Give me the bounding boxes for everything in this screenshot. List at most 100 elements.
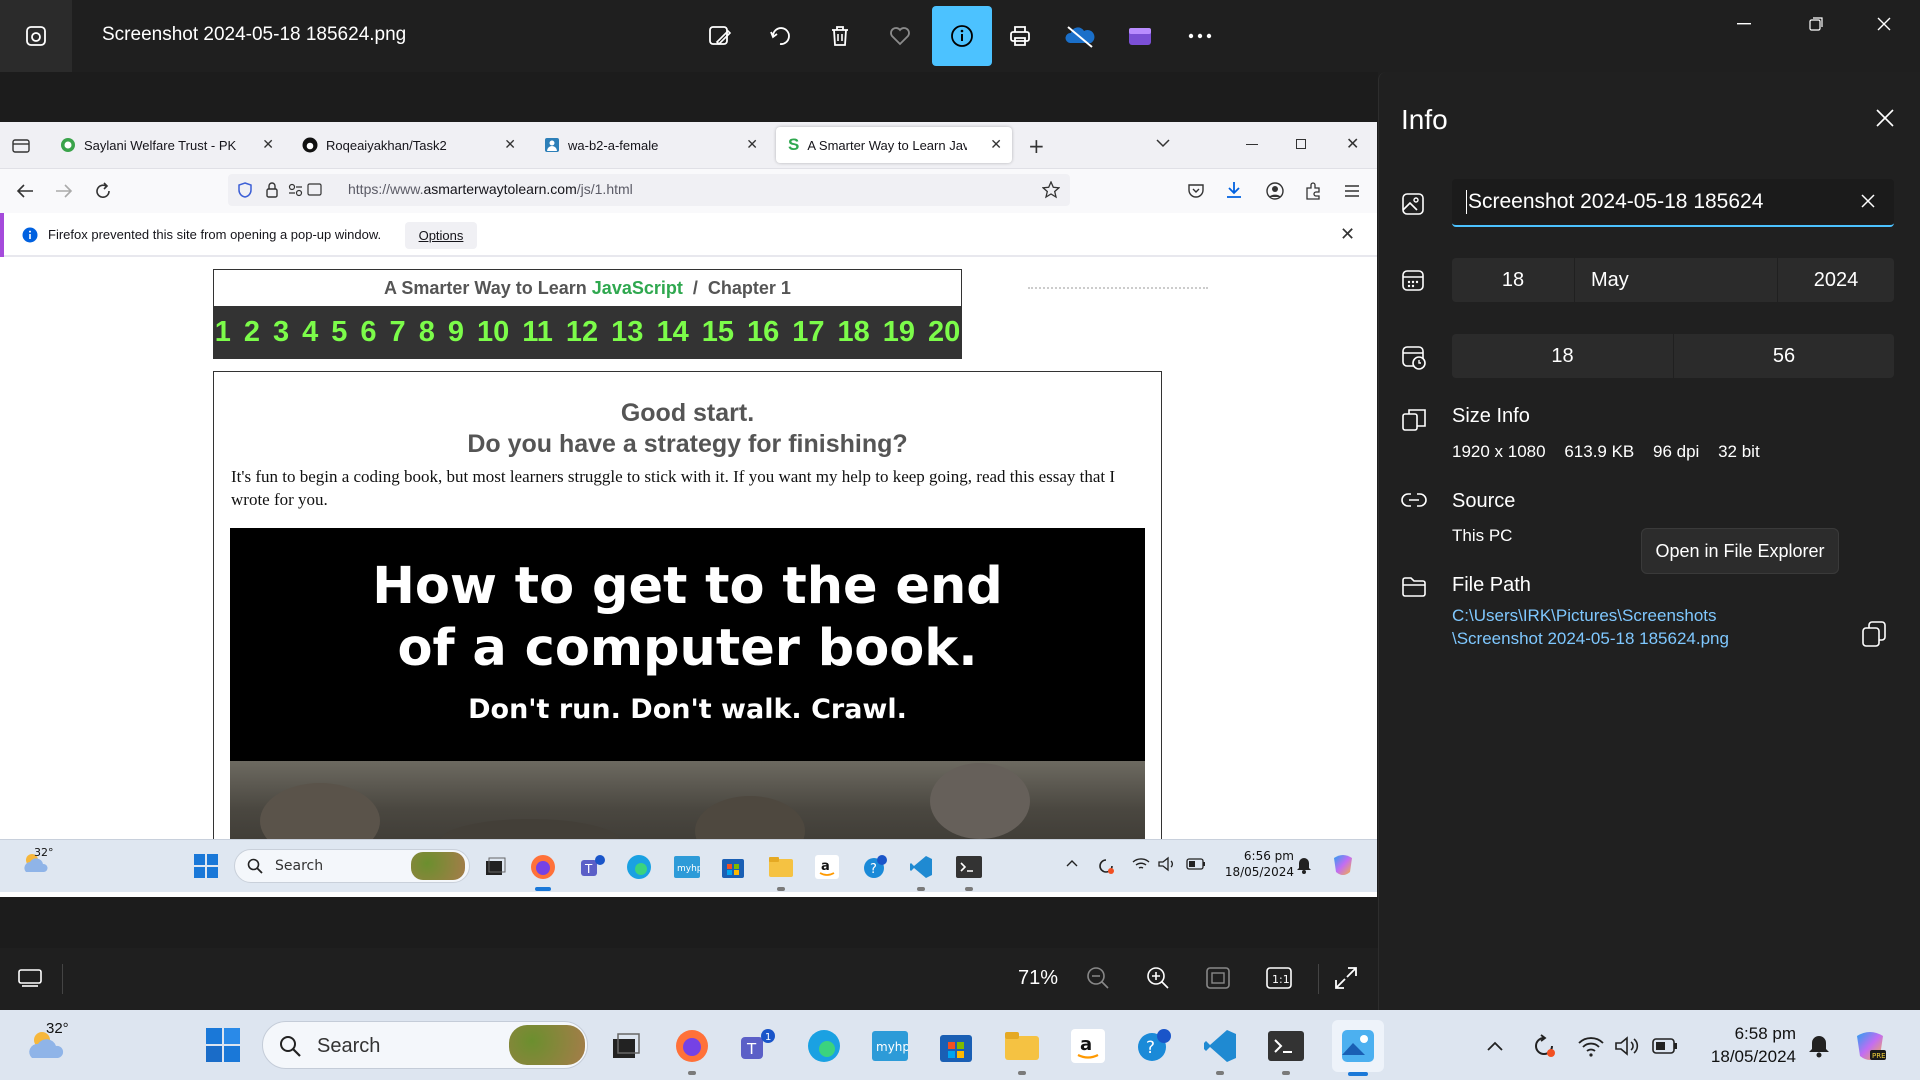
help-chat-taskbar-icon[interactable]: ? xyxy=(1134,1026,1174,1066)
lock-icon[interactable] xyxy=(266,182,278,198)
close-tab-icon[interactable]: ✕ xyxy=(746,136,758,153)
chapter-link-7[interactable]: 7 xyxy=(390,316,406,349)
terminal-icon[interactable] xyxy=(954,852,984,891)
firefox-icon[interactable] xyxy=(528,852,558,891)
chapter-link-5[interactable]: 5 xyxy=(331,316,347,349)
close-info-panel-icon[interactable] xyxy=(1875,108,1895,128)
myhp-icon[interactable]: myhp xyxy=(672,852,702,882)
close-notification-icon[interactable]: ✕ xyxy=(1340,224,1355,245)
day-selector[interactable]: 18 xyxy=(1452,258,1574,302)
favorite-heart-button[interactable] xyxy=(876,12,924,60)
chapter-link-13[interactable]: 13 xyxy=(611,316,643,349)
chapter-link-18[interactable]: 18 xyxy=(838,316,870,349)
tab-wa-b2[interactable]: wa-b2-a-female ✕ xyxy=(532,127,768,163)
close-tab-icon[interactable]: ✕ xyxy=(504,136,516,153)
year-selector[interactable]: 2024 xyxy=(1778,258,1894,302)
notification-bell-icon[interactable] xyxy=(1296,856,1312,874)
fit-to-window-icon[interactable] xyxy=(1206,967,1230,989)
system-clock[interactable]: 6:58 pm 18/05/2024 xyxy=(1690,1022,1796,1068)
close-window-button[interactable] xyxy=(1860,10,1908,38)
chapter-link-14[interactable]: 14 xyxy=(656,316,688,349)
teams-taskbar-icon[interactable]: T1 xyxy=(738,1026,778,1066)
wifi-icon[interactable] xyxy=(1578,1035,1604,1057)
tab-github[interactable]: Roqeaiyakhan/Task2 ✕ xyxy=(290,127,526,163)
taskbar-search-box[interactable]: Search xyxy=(262,1021,588,1069)
chapter-link-4[interactable]: 4 xyxy=(302,316,318,349)
chapter-link-8[interactable]: 8 xyxy=(419,316,435,349)
zoom-in-icon[interactable] xyxy=(1146,966,1170,990)
file-name-input[interactable]: Screenshot 2024-05-18 185624 xyxy=(1452,179,1894,227)
fullscreen-icon[interactable] xyxy=(1334,966,1358,990)
file-path-link[interactable]: C:\Users\IRK\Pictures\Screenshots \Scree… xyxy=(1452,604,1729,650)
filmstrip-toggle-icon[interactable] xyxy=(18,968,42,988)
chapter-link-11[interactable]: 11 xyxy=(522,316,553,349)
show-hidden-icons-button[interactable] xyxy=(1486,1040,1504,1052)
file-explorer-icon[interactable] xyxy=(766,852,796,891)
zoom-out-icon[interactable] xyxy=(1086,966,1110,990)
vscode-taskbar-icon[interactable] xyxy=(1200,1026,1240,1075)
edge-icon[interactable] xyxy=(624,852,654,882)
chapter-link-20[interactable]: 20 xyxy=(928,316,960,349)
chapter-link-3[interactable]: 3 xyxy=(273,316,289,349)
extensions-icon[interactable] xyxy=(1304,182,1322,200)
teams-icon[interactable]: T xyxy=(578,852,608,882)
promo-banner-image[interactable]: How to get to the end of a computer book… xyxy=(230,528,1145,839)
back-icon[interactable] xyxy=(16,183,34,199)
store-taskbar-icon[interactable] xyxy=(936,1026,976,1066)
delete-button[interactable] xyxy=(816,12,864,60)
hour-selector[interactable]: 18 xyxy=(1452,334,1673,378)
vscode-icon[interactable] xyxy=(906,852,936,891)
file-explorer-taskbar-icon[interactable] xyxy=(1002,1026,1042,1075)
info-button[interactable] xyxy=(932,6,992,66)
onedrive-icon[interactable] xyxy=(1056,12,1104,60)
wifi-icon[interactable] xyxy=(1132,856,1150,872)
tracking-shield-icon[interactable] xyxy=(238,182,252,198)
clear-name-icon[interactable] xyxy=(1860,193,1876,209)
chapter-link-6[interactable]: 6 xyxy=(360,316,376,349)
pocket-icon[interactable] xyxy=(1188,183,1204,199)
help-chat-icon[interactable]: ? xyxy=(860,852,890,882)
sync-icon[interactable] xyxy=(1096,856,1116,876)
app-menu-icon[interactable] xyxy=(1344,184,1360,198)
chapter-link-16[interactable]: 16 xyxy=(747,316,779,349)
clock[interactable]: 6:56 pm 18/05/2024 xyxy=(1214,848,1294,880)
edge-taskbar-icon[interactable] xyxy=(804,1026,844,1066)
amazon-icon[interactable]: a xyxy=(812,852,842,882)
url-text[interactable]: https://www.asmarterwaytolearn.com/js/1.… xyxy=(348,181,633,197)
search-box[interactable]: Search xyxy=(234,849,470,883)
bookmark-star-icon[interactable] xyxy=(1042,181,1060,199)
restore-button[interactable] xyxy=(1792,10,1840,38)
minute-selector[interactable]: 56 xyxy=(1674,334,1894,378)
chapter-link-9[interactable]: 9 xyxy=(448,316,464,349)
url-bar[interactable]: https://www.asmarterwaytolearn.com/js/1.… xyxy=(228,174,1070,206)
month-selector[interactable]: May xyxy=(1575,258,1777,302)
amazon-taskbar-icon[interactable]: a xyxy=(1068,1026,1108,1066)
close-tab-icon[interactable]: ✕ xyxy=(990,136,1002,153)
chapter-link-15[interactable]: 15 xyxy=(702,316,734,349)
options-button[interactable]: Options xyxy=(405,222,477,249)
ff-minimize-icon[interactable] xyxy=(1246,144,1258,145)
chapter-link-2[interactable]: 2 xyxy=(244,316,260,349)
task-view-button[interactable] xyxy=(606,1026,646,1066)
edit-image-button[interactable] xyxy=(696,12,744,60)
myhp-taskbar-icon[interactable]: myhp xyxy=(870,1026,910,1066)
account-icon[interactable] xyxy=(1266,182,1284,200)
chapter-link-12[interactable]: 12 xyxy=(566,316,598,349)
chapter-link-10[interactable]: 10 xyxy=(477,316,509,349)
start-button[interactable] xyxy=(206,1028,240,1062)
actual-size-icon[interactable]: 1:1 xyxy=(1266,967,1292,989)
new-tab-icon[interactable]: + xyxy=(1028,134,1045,158)
chapter-link-1[interactable]: 1 xyxy=(215,316,231,349)
battery-icon[interactable] xyxy=(1652,1038,1678,1054)
print-button[interactable] xyxy=(996,12,1044,60)
notification-bell-icon[interactable] xyxy=(1808,1034,1830,1058)
copy-path-icon[interactable] xyxy=(1861,620,1887,648)
chapter-link-19[interactable]: 19 xyxy=(883,316,915,349)
minimize-button[interactable] xyxy=(1720,10,1768,38)
rotate-button[interactable] xyxy=(756,12,804,60)
terminal-taskbar-icon[interactable] xyxy=(1266,1026,1306,1075)
sync-icon[interactable] xyxy=(1530,1032,1558,1060)
photos-taskbar-icon[interactable] xyxy=(1332,1020,1384,1076)
downloads-icon[interactable] xyxy=(1226,181,1242,199)
copilot-icon[interactable]: PRE xyxy=(1852,1028,1888,1064)
